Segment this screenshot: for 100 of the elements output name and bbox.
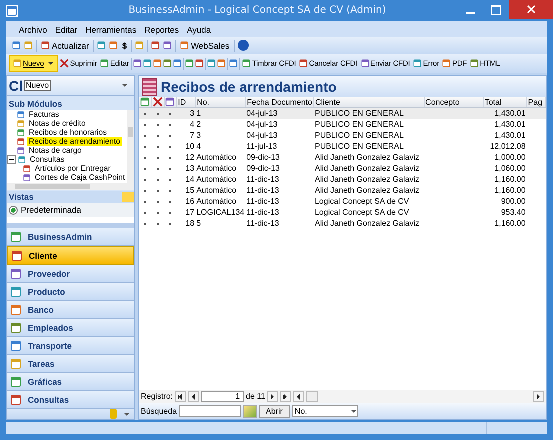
table-cell: PUBLICO EN GENERAL: [314, 131, 404, 140]
table-row[interactable]: 17 LOGICAL134 11-dic-13 Logical Concept SA de CV 953.40: [139, 207, 546, 218]
document-icon[interactable]: [163, 41, 172, 50]
table-row[interactable]: 10 4 11-jul-13 PUBLICO EN GENERAL 12,012.08: [139, 141, 546, 152]
table-row[interactable]: 18 5 11-dic-13 Alid Janeth Gonzalez Galaviz 1,160.00: [139, 218, 546, 229]
menu-item[interactable]: Archivo: [18, 25, 48, 35]
document-icon: [10, 358, 22, 370]
table-row[interactable]: 13 Automático 09-dic-13 Alid Janeth Gonzalez Galaviz 1,060.00: [139, 163, 546, 174]
table-cell: 1,160.00: [494, 219, 526, 228]
table-cell: 11-dic-13: [246, 197, 280, 206]
document-icon[interactable]: [24, 41, 33, 50]
document-icon: [360, 59, 370, 68]
document-icon[interactable]: [151, 41, 160, 50]
table-row[interactable]: 7 3 04-jul-13 PUBLICO EN GENERAL 1,430.01: [139, 130, 546, 141]
toolbar-button[interactable]: Actualizar: [40, 38, 90, 53]
document-icon[interactable]: [195, 59, 204, 68]
table-row[interactable]: 16 Automático 11-dic-13 Logical Concept SA de CV 900.00: [139, 196, 546, 207]
table-row[interactable]: 14 Automático 11-dic-13 Alid Janeth Gonzalez Galaviz 1,160.00: [139, 174, 546, 185]
tooltip: Nuevo: [24, 80, 52, 92]
table-row[interactable]: 3 1 04-jul-13 PUBLICO EN GENERAL 1,430.01: [139, 108, 546, 119]
first-record-button[interactable]: [175, 391, 186, 402]
document-icon[interactable]: [153, 59, 162, 68]
scrollbar[interactable]: [306, 391, 544, 402]
document-icon[interactable]: [217, 59, 226, 68]
table-cell: 04-jul-13: [246, 109, 278, 118]
nav-button[interactable]: Empleados: [7, 319, 134, 337]
table-row[interactable]: 12 Automático 09-dic-13 Alid Janeth Gonzalez Galaviz 1,000.00: [139, 152, 546, 163]
info-icon[interactable]: [238, 40, 249, 51]
table-cell: 10: [186, 142, 195, 151]
document-icon[interactable]: [185, 59, 194, 68]
nav-button[interactable]: Proveedor: [7, 265, 134, 283]
menu-item[interactable]: Reportes: [144, 25, 180, 35]
table-cell: Alid Janeth Gonzalez Galaviz: [314, 175, 420, 184]
column-header[interactable]: No.: [196, 97, 246, 108]
document-icon[interactable]: [135, 41, 144, 50]
table-row[interactable]: 4 2 04-jul-13 PUBLICO EN GENERAL 1,430.01: [139, 119, 546, 130]
table-cell: 1,060.00: [494, 164, 526, 173]
column-header[interactable]: Fecha Documento: [246, 97, 314, 108]
splitter-handle[interactable]: [7, 223, 134, 228]
table-row[interactable]: 15 Automático 11-dic-13 Alid Janeth Gonzalez Galaviz 1,160.00: [139, 185, 546, 196]
scrollbar[interactable]: [127, 110, 134, 183]
document-icon[interactable]: [140, 97, 150, 107]
document-icon[interactable]: [143, 59, 152, 68]
table-cell: 953.40: [501, 208, 526, 217]
scroll-left-button[interactable]: [293, 391, 304, 402]
table-cell: LOGICAL134: [196, 208, 245, 217]
nav-button[interactable]: Tareas: [7, 355, 134, 373]
nav-button[interactable]: Cliente: [7, 246, 134, 265]
collapse-icon[interactable]: [7, 155, 16, 164]
nav-button[interactable]: Transporte: [7, 337, 134, 355]
open-button[interactable]: Abrir: [259, 404, 290, 418]
nav-button[interactable]: Consultas: [7, 391, 134, 409]
table-cell: 4: [190, 120, 195, 129]
document-icon[interactable]: [12, 41, 21, 50]
document-icon: [10, 340, 22, 352]
module-title: Cl: [9, 78, 23, 94]
radio-button[interactable]: [9, 206, 18, 215]
document-icon[interactable]: [163, 59, 172, 68]
column-header[interactable]: Pag: [526, 97, 546, 108]
table-cell: 3: [196, 131, 202, 140]
toolbar-button[interactable]: WebSales: [179, 38, 231, 53]
last-record-button[interactable]: [280, 391, 292, 402]
menu-item[interactable]: Herramientas: [84, 25, 138, 35]
filter-button[interactable]: [243, 404, 258, 418]
table-cell: 11-dic-13: [246, 208, 280, 217]
previous-record-button[interactable]: [188, 391, 200, 402]
field-dropdown[interactable]: No.: [292, 405, 358, 417]
document-icon: [41, 41, 50, 50]
record-field[interactable]: 1: [201, 391, 244, 402]
menu-item[interactable]: Editar: [54, 25, 79, 35]
cross-icon: [152, 97, 163, 107]
document-icon[interactable]: [97, 41, 106, 50]
column-header[interactable]: ID: [176, 97, 196, 108]
nav-button[interactable]: BusinessAdmin: [7, 228, 134, 246]
table-cell: 04-jul-13: [246, 120, 278, 129]
table-cell: 09-dic-13: [246, 153, 280, 162]
document-icon: [10, 286, 22, 298]
document-icon[interactable]: [165, 97, 176, 107]
document-icon: [180, 41, 190, 50]
nav-button[interactable]: Gráficas: [7, 373, 134, 391]
table-cell: 1: [196, 109, 202, 118]
table-cell: Automático: [196, 153, 237, 162]
document-icon[interactable]: [229, 59, 238, 68]
table-cell: 1,430.01: [494, 109, 526, 118]
record-count: de 11: [246, 392, 266, 401]
dollar-button[interactable]: $: [121, 38, 128, 53]
document-icon[interactable]: [109, 41, 118, 50]
document-icon[interactable]: [207, 59, 216, 68]
column-header[interactable]: Cliente: [314, 97, 424, 108]
search-field[interactable]: [179, 405, 242, 417]
table-cell: 17: [186, 208, 195, 217]
column-header[interactable]: Concepto: [424, 97, 484, 108]
menu-item[interactable]: Ayuda: [186, 25, 212, 35]
close-button[interactable]: [509, 0, 553, 19]
nav-button[interactable]: Banco: [7, 301, 134, 319]
document-icon[interactable]: [133, 59, 142, 68]
nav-button[interactable]: Producto: [7, 283, 134, 301]
next-record-button[interactable]: [267, 391, 278, 402]
document-icon[interactable]: [173, 59, 182, 68]
column-header[interactable]: Total: [483, 97, 527, 108]
